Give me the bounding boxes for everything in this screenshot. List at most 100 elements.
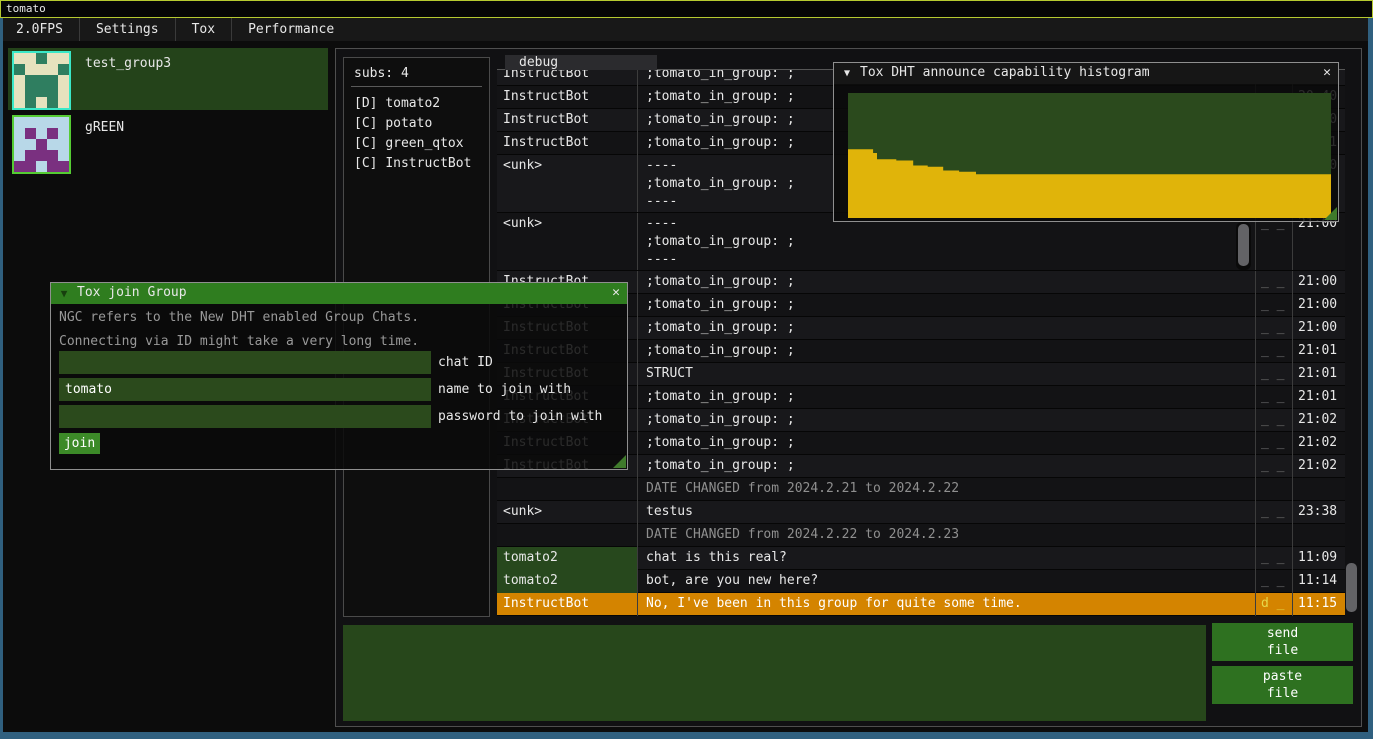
group-avatar bbox=[12, 51, 71, 110]
message-timestamp: 21:01 bbox=[1292, 363, 1345, 386]
message-timestamp: 21:02 bbox=[1292, 455, 1345, 478]
join-group-window: ▼ Tox join Group ✕ NGC refers to the New… bbox=[50, 282, 628, 470]
member-role: [C] bbox=[354, 156, 377, 171]
chat-row[interactable]: DATE CHANGED from 2024.2.22 to 2024.2.23 bbox=[497, 524, 1345, 547]
collapse-icon[interactable]: ▼ bbox=[51, 283, 77, 304]
fps-indicator: 2.0FPS bbox=[0, 18, 80, 41]
message-flags: _ _ bbox=[1255, 570, 1292, 593]
chat-row[interactable]: tomato2bot, are you new here?_ _11:14 bbox=[497, 570, 1345, 593]
message-flags: _ _ bbox=[1255, 386, 1292, 409]
group-list-item-test_group3[interactable]: test_group3 bbox=[8, 48, 328, 110]
log-scrollbar-thumb[interactable] bbox=[1238, 224, 1249, 266]
message-text: STRUCT bbox=[637, 363, 1255, 386]
join-password-label: password to join with bbox=[438, 405, 602, 428]
dht-histogram-titlebar[interactable]: ▼ Tox DHT announce capability histogram … bbox=[834, 63, 1338, 84]
sender-name: <unk> bbox=[497, 155, 637, 212]
message-flags bbox=[1255, 478, 1292, 501]
sender-name: InstructBot bbox=[497, 593, 637, 616]
message-timestamp: 11:14 bbox=[1292, 570, 1345, 593]
resize-grip[interactable] bbox=[613, 455, 626, 468]
send-file-button[interactable]: send file bbox=[1212, 623, 1353, 661]
member-item[interactable]: [C] potato bbox=[354, 117, 489, 131]
collapse-icon[interactable]: ▼ bbox=[834, 63, 860, 84]
message-flags: d _ bbox=[1255, 593, 1292, 616]
sender-name: <unk> bbox=[497, 501, 637, 524]
message-text: ;tomato_in_group: ; bbox=[637, 409, 1255, 432]
message-input[interactable] bbox=[343, 625, 1206, 721]
member-name: tomato2 bbox=[385, 96, 440, 111]
sender-name: InstructBot bbox=[497, 132, 637, 155]
join-info-line: NGC refers to the New DHT enabled Group … bbox=[59, 308, 627, 328]
chat-id-input[interactable] bbox=[59, 351, 431, 374]
message-timestamp: 23:38 bbox=[1292, 501, 1345, 524]
message-timestamp: 21:02 bbox=[1292, 409, 1345, 432]
member-name: potato bbox=[385, 116, 432, 131]
join-info-line: Connecting via ID might take a very long… bbox=[59, 332, 627, 352]
sender-name bbox=[497, 524, 637, 547]
message-timestamp: 21:00 bbox=[1292, 294, 1345, 317]
message-timestamp bbox=[1292, 478, 1345, 501]
message-text: ;tomato_in_group: ; bbox=[637, 432, 1255, 455]
window-border-right bbox=[1368, 18, 1373, 739]
sender-name: <unk> bbox=[497, 213, 637, 270]
sender-name: InstructBot bbox=[497, 70, 637, 86]
sender-name: tomato2 bbox=[497, 570, 637, 593]
message-text: ;tomato_in_group: ; bbox=[637, 317, 1255, 340]
message-timestamp: 21:01 bbox=[1292, 386, 1345, 409]
tab-debug[interactable]: debug bbox=[505, 55, 657, 70]
dht-histogram-window: ▼ Tox DHT announce capability histogram … bbox=[833, 62, 1339, 222]
menu-settings[interactable]: Settings bbox=[80, 18, 176, 41]
separator bbox=[351, 86, 482, 87]
message-flags: _ _ bbox=[1255, 294, 1292, 317]
message-flags: _ _ bbox=[1255, 501, 1292, 524]
message-timestamp: 21:00 bbox=[1292, 271, 1345, 294]
join-password-input[interactable] bbox=[59, 405, 431, 428]
menu-performance[interactable]: Performance bbox=[232, 18, 350, 41]
subs-count: subs: 4 bbox=[354, 66, 489, 81]
message-text: ;tomato_in_group: ; bbox=[637, 294, 1255, 317]
close-icon[interactable]: ✕ bbox=[1316, 63, 1338, 84]
member-name: InstructBot bbox=[385, 156, 471, 171]
resize-grip[interactable] bbox=[1324, 207, 1337, 220]
group-avatar bbox=[12, 115, 71, 174]
message-flags: _ _ bbox=[1255, 409, 1292, 432]
histogram-plot[interactable] bbox=[848, 93, 1331, 218]
message-text: chat is this real? bbox=[637, 547, 1255, 570]
message-text: bot, are you new here? bbox=[637, 570, 1255, 593]
message-timestamp: 11:15 bbox=[1292, 593, 1345, 616]
window-titlebar[interactable]: tomato bbox=[0, 0, 1373, 18]
join-group-title: Tox join Group bbox=[77, 283, 605, 304]
message-flags: _ _ bbox=[1255, 363, 1292, 386]
chat-row[interactable]: InstructBotNo, I've been in this group f… bbox=[497, 593, 1345, 616]
chat-row[interactable]: <unk>testus_ _23:38 bbox=[497, 501, 1345, 524]
chat-row[interactable]: tomato2chat is this real?_ _11:09 bbox=[497, 547, 1345, 570]
log-scrollbar-track[interactable] bbox=[1236, 222, 1251, 270]
member-item[interactable]: [C] InstructBot bbox=[354, 157, 489, 171]
paste-file-button[interactable]: paste file bbox=[1212, 666, 1353, 704]
app-root: tomato 2.0FPS Settings Tox Performance t… bbox=[0, 0, 1373, 739]
group-list-item-gREEN[interactable]: gREEN bbox=[8, 112, 328, 174]
message-flags: _ _ bbox=[1255, 271, 1292, 294]
member-item[interactable]: [C] green_qtox bbox=[354, 137, 489, 151]
message-text: ;tomato_in_group: ; bbox=[637, 386, 1255, 409]
close-icon[interactable]: ✕ bbox=[605, 283, 627, 304]
member-name: green_qtox bbox=[385, 136, 463, 151]
message-timestamp: 21:00 bbox=[1292, 317, 1345, 340]
join-button[interactable]: join bbox=[59, 433, 100, 454]
message-flags: _ _ bbox=[1255, 455, 1292, 478]
message-text: DATE CHANGED from 2024.2.22 to 2024.2.23 bbox=[637, 524, 1255, 547]
message-flags: _ _ bbox=[1255, 340, 1292, 363]
sender-name: tomato2 bbox=[497, 547, 637, 570]
join-group-titlebar[interactable]: ▼ Tox join Group ✕ bbox=[51, 283, 627, 304]
chat-row[interactable]: DATE CHANGED from 2024.2.21 to 2024.2.22 bbox=[497, 478, 1345, 501]
member-item[interactable]: [D] tomato2 bbox=[354, 97, 489, 111]
message-flags: _ _ bbox=[1255, 432, 1292, 455]
member-role: [D] bbox=[354, 96, 377, 111]
message-timestamp: 21:02 bbox=[1292, 432, 1345, 455]
group-name: test_group3 bbox=[71, 48, 171, 110]
message-text: ;tomato_in_group: ; bbox=[637, 340, 1255, 363]
join-name-input[interactable] bbox=[59, 378, 431, 401]
chat-scrollbar-thumb[interactable] bbox=[1346, 563, 1357, 612]
menu-tox[interactable]: Tox bbox=[176, 18, 232, 41]
member-role: [C] bbox=[354, 116, 377, 131]
